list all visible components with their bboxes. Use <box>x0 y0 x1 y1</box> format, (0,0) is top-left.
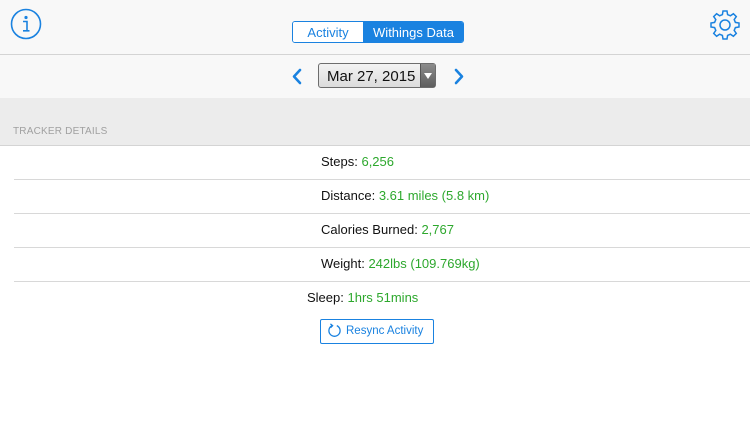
date-value: Mar 27, 2015 <box>327 68 416 85</box>
list-item-weight: Weight: 242lbs (109.769kg) <box>14 248 750 282</box>
previous-day-button[interactable] <box>287 65 307 87</box>
list-item-text: Steps: 6,256 <box>321 154 394 169</box>
refresh-icon <box>328 323 341 337</box>
chevron-left-icon <box>292 68 302 85</box>
list-item-text: Weight: 242lbs (109.769kg) <box>321 256 480 271</box>
list-item-distance: Distance: 3.61 miles (5.8 km) <box>14 180 750 214</box>
list-item-value: 1hrs 51mins <box>347 290 419 305</box>
section-title: TRACKER DETAILS <box>13 126 108 137</box>
resync-activity-label: Resync Activity <box>346 325 424 337</box>
segmented-control: Activity Withings Data <box>292 21 464 43</box>
top-bar: Activity Withings Data <box>0 0 750 55</box>
dropdown-arrow-icon <box>420 64 435 87</box>
tracker-details-list: Steps: 6,256 Distance: 3.61 miles (5.8 k… <box>0 146 750 316</box>
tab-activity[interactable]: Activity <box>293 22 364 42</box>
info-button[interactable] <box>10 8 42 40</box>
list-item-value: 6,256 <box>361 154 395 169</box>
list-item-calories: Calories Burned: 2,767 <box>14 214 750 248</box>
list-item-label: Distance: <box>321 188 379 203</box>
list-item-text: Distance: 3.61 miles (5.8 km) <box>321 188 489 203</box>
list-item-text: Calories Burned: 2,767 <box>321 222 454 237</box>
list-item-text: Sleep: 1hrs 51mins <box>307 290 418 305</box>
info-icon <box>10 8 42 40</box>
actions-area: Resync Activity <box>0 311 750 422</box>
section-header: TRACKER DETAILS <box>0 98 750 146</box>
date-select[interactable]: Mar 27, 2015 <box>318 63 436 88</box>
list-item-steps: Steps: 6,256 <box>14 146 750 180</box>
list-item-label: Steps: <box>321 154 362 169</box>
list-item-label: Calories Burned: <box>321 222 422 237</box>
next-day-button[interactable] <box>449 65 469 87</box>
chevron-right-icon <box>454 68 464 85</box>
list-item-label: Weight: <box>321 256 369 271</box>
list-item-label: Sleep: <box>307 290 348 305</box>
gear-icon <box>710 10 740 40</box>
list-item-value: 3.61 miles (5.8 km) <box>378 188 490 203</box>
settings-button[interactable] <box>708 8 742 42</box>
list-item-value: 2,767 <box>421 222 454 237</box>
list-item-value: 242lbs (109.769kg) <box>368 256 480 271</box>
resync-activity-button[interactable]: Resync Activity <box>320 319 434 344</box>
tab-withings-data[interactable]: Withings Data <box>364 22 463 42</box>
date-bar: Mar 27, 2015 <box>0 55 750 98</box>
